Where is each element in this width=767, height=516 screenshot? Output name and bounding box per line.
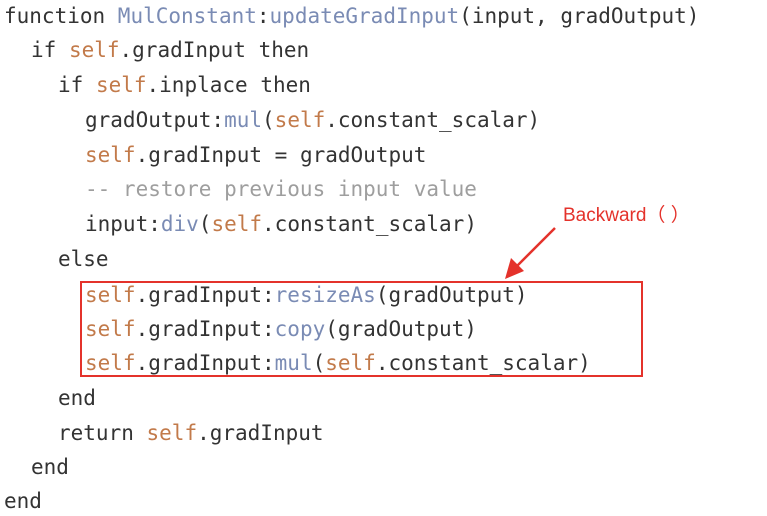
code-editor: function MulConstant:updateGradInput(inp…: [0, 0, 767, 513]
field-ref: .gradInput: [119, 38, 259, 62]
open-paren: (: [262, 108, 275, 132]
keyword-end: end: [58, 386, 96, 410]
code-line-14: end: [31, 452, 69, 482]
code-line-8: else: [58, 244, 109, 274]
highlight-box: [80, 281, 643, 377]
method-name: mul: [224, 108, 263, 132]
code-line-1: function MulConstant:updateGradInput(inp…: [4, 1, 699, 31]
keyword-return: return: [58, 421, 147, 445]
annotation-label: Backward（ ）: [563, 205, 690, 226]
code-line-4: gradOutput:mul(self.constant_scalar): [85, 105, 540, 135]
code-line-7: input:div(self.constant_scalar): [85, 209, 477, 239]
class-name: MulConstant: [117, 4, 257, 28]
field-ref: .constant_scalar): [262, 212, 477, 236]
assignment: .gradInput = gradOutput: [135, 143, 427, 167]
self-ref: self: [274, 108, 326, 132]
code-line-3: if self.inplace then: [58, 70, 311, 100]
method-name: div: [160, 212, 199, 236]
self-ref: self: [95, 73, 147, 97]
keyword-function: function: [4, 4, 118, 28]
self-ref: self: [211, 212, 263, 236]
colon: :: [256, 4, 270, 28]
code-line-6: -- restore previous input value: [85, 174, 477, 204]
keyword-end: end: [31, 455, 69, 479]
method-name: updateGradInput: [269, 4, 460, 28]
keyword-then: then: [258, 38, 310, 62]
code-line-13: return self.gradInput: [58, 418, 324, 448]
function-args: (input, gradOutput): [459, 4, 700, 28]
code-line-2: if self.gradInput then: [31, 35, 309, 65]
code-line-12: end: [58, 383, 96, 413]
self-ref: self: [85, 143, 136, 167]
self-ref: self: [68, 38, 120, 62]
keyword-if: if: [31, 38, 69, 62]
self-ref: self: [146, 421, 198, 445]
keyword-then: then: [260, 73, 311, 97]
keyword-else: else: [58, 247, 109, 271]
open-paren: (: [198, 212, 212, 236]
object-ref: gradOutput:: [85, 108, 225, 132]
keyword-if: if: [58, 73, 96, 97]
object-ref: input:: [85, 212, 161, 236]
field-ref: .gradInput: [197, 421, 324, 445]
field-ref: .inplace: [146, 73, 261, 97]
code-line-5: self.gradInput = gradOutput: [85, 140, 426, 170]
keyword-end: end: [4, 489, 42, 513]
code-comment: -- restore previous input value: [85, 177, 477, 201]
field-ref: .constant_scalar): [325, 108, 541, 132]
